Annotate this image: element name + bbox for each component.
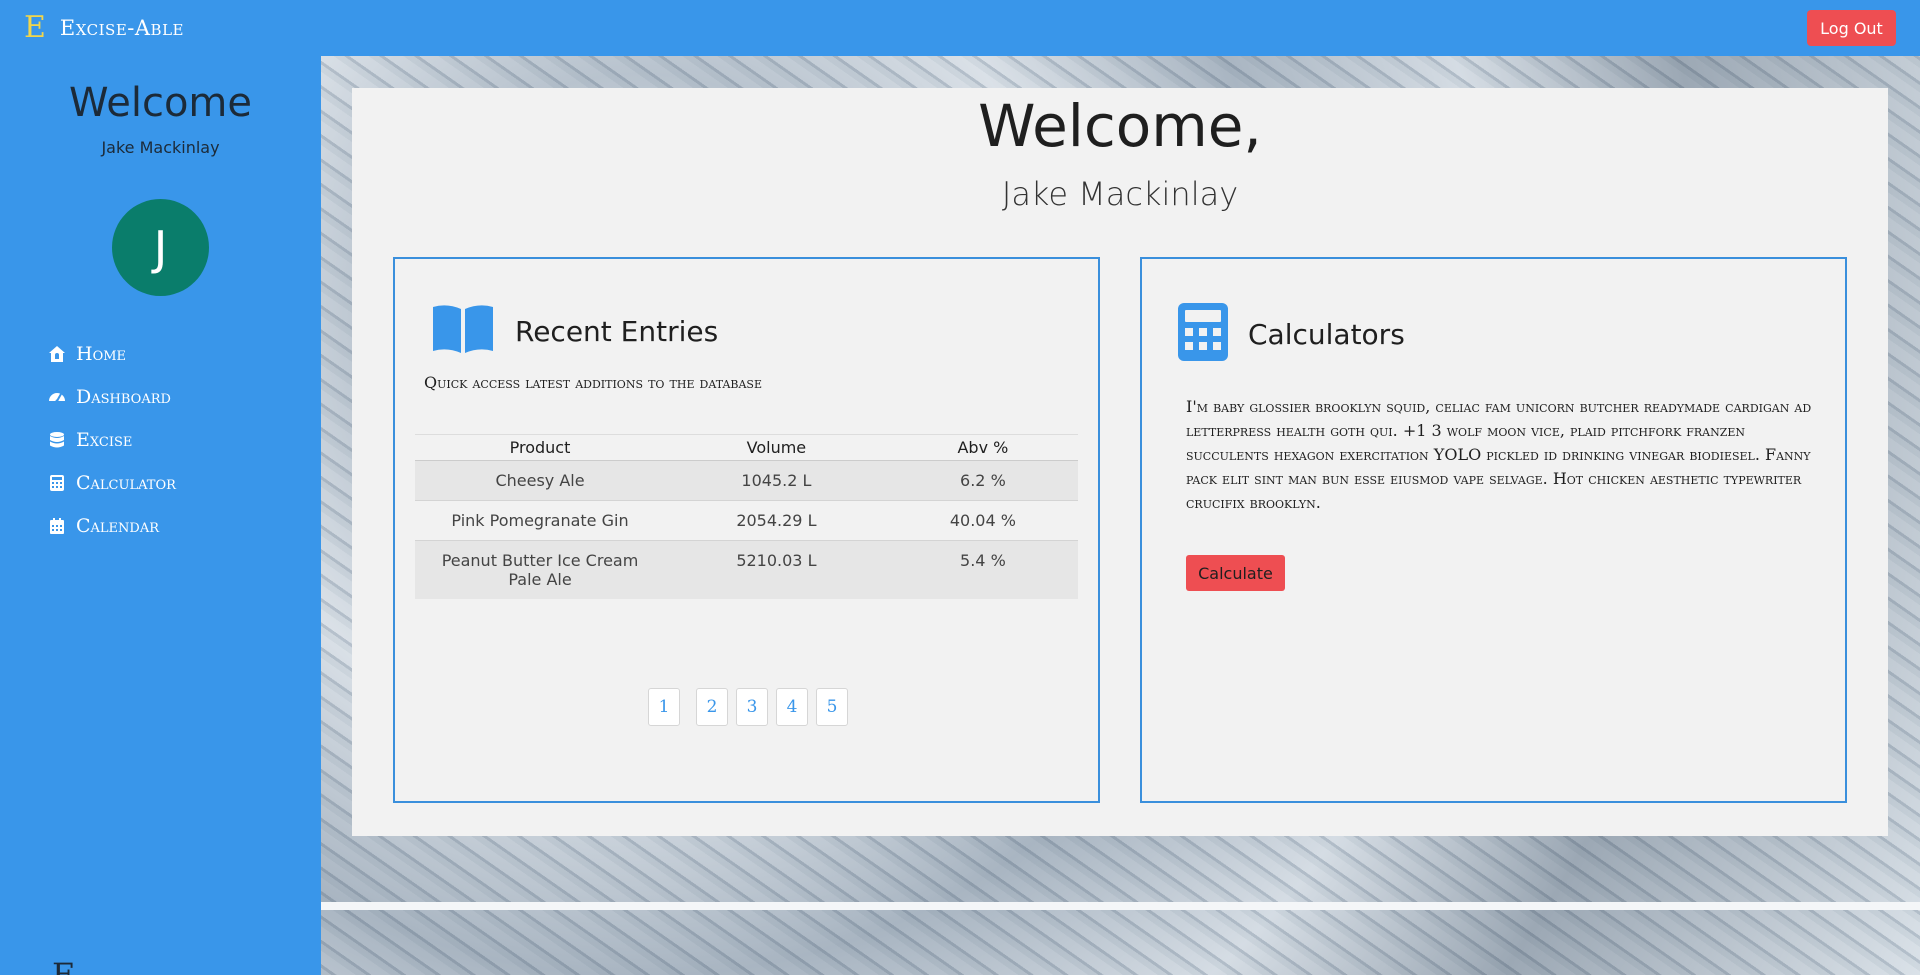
card-header: Calculators [1178,303,1405,365]
volume-cell: 1045.2 L [665,460,888,501]
sidebar-item-calendar[interactable]: Calendar [48,504,176,547]
card-title: Calculators [1248,317,1405,351]
product-cell: Pink Pomegranate Gin [415,500,665,541]
sidebar-item-home[interactable]: Home [48,332,176,375]
page-button-2[interactable]: 2 [696,688,728,726]
page-button-1[interactable]: 1 [648,688,680,726]
brand-logo: E [24,10,46,45]
sidebar-footer-glyph: E [52,956,76,975]
top-navbar: E Excise-Able Log Out [0,0,1920,56]
logout-button[interactable]: Log Out [1807,10,1896,46]
brand[interactable]: E Excise-Able [24,10,184,45]
page-button-5[interactable]: 5 [816,688,848,726]
sidebar-nav: Home Dashboard Excise Calculator Calenda… [48,332,176,547]
sidebar-item-label: Home [76,342,127,365]
sidebar-item-calculator[interactable]: Calculator [48,461,176,504]
calculator-icon [1178,303,1228,365]
column-header-volume[interactable]: Volume [665,434,888,461]
sidebar-user-name: Jake Mackinlay [101,138,220,157]
volume-cell: 2054.29 L [665,500,888,541]
sidebar-welcome: Welcome [69,80,252,126]
book-icon [431,303,495,359]
calculator-icon [48,474,66,492]
column-header-product[interactable]: Product [415,434,665,461]
table-row[interactable]: Cheesy Ale 1045.2 L 6.2 % [415,460,1078,501]
recent-entries-card: Recent Entries Quick access latest addit… [393,257,1100,803]
brand-name: Excise-Able [59,15,184,40]
page-title: Welcome, [978,92,1262,160]
table-row[interactable]: Pink Pomegranate Gin 2054.29 L 40.04 % [415,500,1078,541]
sidebar-item-label: Dashboard [76,385,171,408]
table-header-row: Product Volume Abv % [415,434,1078,461]
product-cell: Cheesy Ale [415,460,665,501]
sidebar-item-dashboard[interactable]: Dashboard [48,375,176,418]
sidebar-item-label: Calculator [76,471,176,494]
abv-cell: 5.4 % [887,540,1078,599]
page-button-3[interactable]: 3 [736,688,768,726]
card-header: Recent Entries [431,303,718,359]
home-icon [48,345,66,363]
card-subtitle: Quick access latest additions to the dat… [424,373,762,392]
avatar: J [112,199,209,296]
pagination: 1 2 3 4 5 [648,688,848,726]
abv-cell: 6.2 % [887,460,1078,501]
card-title: Recent Entries [515,314,719,348]
column-header-abv[interactable]: Abv % [887,434,1078,461]
calculators-card: Calculators I'm baby glossier brooklyn s… [1140,257,1847,803]
product-cell: Peanut Butter Ice Cream Pale Ale [415,540,665,599]
table-row[interactable]: Peanut Butter Ice Cream Pale Ale 5210.03… [415,540,1078,599]
background-divider [321,902,1920,910]
abv-cell: 40.04 % [887,500,1078,541]
page-button-4[interactable]: 4 [776,688,808,726]
sidebar: Welcome Jake Mackinlay J Home Dashboard … [0,56,321,975]
sidebar-item-label: Excise [76,428,133,451]
calculate-button[interactable]: Calculate [1186,555,1285,591]
page-subtitle: Jake Mackinlay [1001,175,1239,213]
volume-cell: 5210.03 L [665,540,888,599]
recent-entries-table: Product Volume Abv % Cheesy Ale 1045.2 L… [415,434,1078,599]
calendar-icon [48,517,66,535]
sidebar-item-label: Calendar [76,514,160,537]
database-icon [48,431,66,449]
dashboard-icon [48,388,66,406]
calculators-description: I'm baby glossier brooklyn squid, celiac… [1186,397,1812,512]
sidebar-item-excise[interactable]: Excise [48,418,176,461]
